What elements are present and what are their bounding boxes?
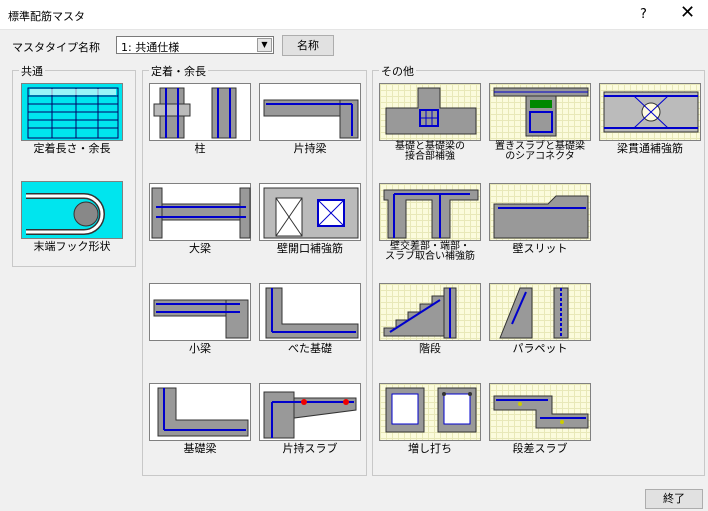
additional-casting-icon: [385, 387, 477, 433]
column-image: [149, 83, 251, 141]
group-anchorage-label: 定着・余長: [149, 63, 208, 79]
chevron-down-icon[interactable]: ▼: [257, 38, 272, 52]
cantilever-beam-icon: [263, 99, 359, 139]
tile-label: 梁貫通補強筋: [617, 142, 683, 155]
tile-wall-slit[interactable]: 壁スリット: [489, 183, 591, 255]
tile-girder[interactable]: 大梁: [149, 183, 251, 255]
stairs-image: [379, 283, 481, 341]
additional-casting-image: [379, 383, 481, 441]
close-button[interactable]: ✕: [680, 4, 695, 22]
wall-opening-image: [259, 183, 361, 241]
wall-opening-icon: [263, 187, 359, 239]
tile-column[interactable]: 柱: [149, 83, 251, 155]
tile-label-line2: のシアコネクタ: [505, 151, 575, 162]
stepped-slab-image: [489, 383, 591, 441]
wall-intersection-icon: [383, 189, 479, 239]
title-bar: 標準配筋マスタ ? ✕: [0, 0, 708, 30]
tile-label: 基礎と基礎梁の 接合部補強: [369, 142, 491, 162]
tile-label: 大梁: [189, 242, 211, 255]
cantilever-slab-icon: [263, 391, 357, 439]
small-beam-icon: [153, 299, 249, 339]
tile-wall-opening[interactable]: 壁開口補強筋: [259, 183, 361, 255]
hook-icon: [26, 193, 105, 235]
tile-label: 置きスラブと基礎梁 のシアコネクタ: [479, 142, 601, 162]
stepped-slab-icon: [493, 395, 589, 429]
tile-shear-connector[interactable]: 置きスラブと基礎梁 のシアコネクタ: [489, 83, 591, 162]
mat-foundation-image: [259, 283, 361, 341]
tile-label: べた基礎: [288, 342, 332, 355]
girder-image: [149, 183, 251, 241]
tile-wall-intersection[interactable]: 壁交差部・端部・ スラブ取合い補強筋: [379, 183, 481, 262]
tile-label: 壁開口補強筋: [277, 242, 343, 255]
column-icon: [153, 87, 237, 139]
tile-label: 片持スラブ: [282, 442, 338, 455]
tile-label: パラペット: [512, 342, 568, 355]
cantilever-slab-image: [259, 383, 361, 441]
window-title: 標準配筋マスタ: [8, 10, 85, 23]
hook-shape-image: [21, 181, 123, 239]
end-button[interactable]: 終了: [645, 489, 703, 509]
group-common-label: 共通: [19, 63, 45, 79]
tile-small-beam[interactable]: 小梁: [149, 283, 251, 355]
tile-stairs[interactable]: 階段: [379, 283, 481, 355]
tile-label: 壁交差部・端部・ スラブ取合い補強筋: [369, 242, 491, 262]
foundation-joint-icon: [385, 87, 477, 135]
tile-label: 基礎梁: [183, 442, 217, 455]
foundation-beam-image: [149, 383, 251, 441]
parapet-image: [489, 283, 591, 341]
foundation-beam-icon: [157, 387, 249, 437]
tile-label: 柱: [194, 142, 206, 155]
wall-slit-icon: [493, 195, 589, 239]
tile-hook-shape[interactable]: 末端フック形状: [21, 181, 123, 253]
wall-slit-image: [489, 183, 591, 241]
tile-foundation-joint[interactable]: 基礎と基礎梁の 接合部補強: [379, 83, 481, 162]
foundation-joint-image: [379, 83, 481, 141]
tile-mat-foundation[interactable]: べた基礎: [259, 283, 361, 355]
girder-icon: [151, 187, 251, 239]
tile-label: 階段: [419, 342, 441, 355]
tile-label: 片持梁: [293, 142, 327, 155]
beam-penetration-image: [599, 83, 701, 141]
group-common: 共通 定着長さ・余長 末端フック形状: [12, 63, 136, 267]
tile-label: 増し打ち: [408, 442, 452, 455]
stairs-icon: [383, 287, 457, 339]
tile-beam-penetration[interactable]: 梁貫通補強筋: [599, 83, 701, 155]
shear-connector-icon: [493, 87, 589, 137]
tile-label: 壁スリット: [512, 242, 568, 255]
tile-foundation-beam[interactable]: 基礎梁: [149, 383, 251, 455]
tile-label: 小梁: [189, 342, 211, 355]
master-type-value: 1: 共通仕様: [121, 41, 180, 54]
beam-penetration-icon: [603, 91, 699, 133]
master-type-label: マスタタイプ名称: [12, 41, 100, 54]
wall-intersection-image: [379, 183, 481, 241]
help-button[interactable]: ?: [640, 7, 647, 22]
group-anchorage: 定着・余長 柱 片持梁 大梁 壁開口補強筋 小梁 べた基礎 基礎梁 片持スラブ: [142, 63, 367, 476]
small-beam-image: [149, 283, 251, 341]
tile-label: 定着長さ・余長: [33, 142, 111, 155]
master-type-select[interactable]: 1: 共通仕様 ▼: [116, 36, 274, 54]
tile-additional-casting[interactable]: 増し打ち: [379, 383, 481, 455]
tile-anchorage-length[interactable]: 定着長さ・余長: [21, 83, 123, 155]
tile-label: 末端フック形状: [33, 240, 111, 253]
tile-stepped-slab[interactable]: 段差スラブ: [489, 383, 591, 455]
tile-parapet[interactable]: パラペット: [489, 283, 591, 355]
group-other: その他 基礎と基礎梁の 接合部補強 置きスラブと基礎梁 のシアコネクタ 梁貫通補…: [372, 63, 705, 476]
shear-connector-image: [489, 83, 591, 141]
tile-label-line2: 接合部補強: [405, 151, 455, 162]
name-button[interactable]: 名称: [282, 35, 334, 56]
tile-label: 段差スラブ: [512, 442, 568, 455]
tile-cantilever-beam[interactable]: 片持梁: [259, 83, 361, 155]
tile-cantilever-slab[interactable]: 片持スラブ: [259, 383, 361, 455]
parapet-icon: [499, 287, 569, 339]
table-grid-icon: [27, 87, 119, 139]
cantilever-beam-image: [259, 83, 361, 141]
mat-foundation-icon: [265, 287, 359, 339]
group-other-label: その他: [379, 63, 416, 79]
tile-label-line2: スラブ取合い補強筋: [385, 251, 475, 262]
anchorage-length-image: [21, 83, 123, 141]
